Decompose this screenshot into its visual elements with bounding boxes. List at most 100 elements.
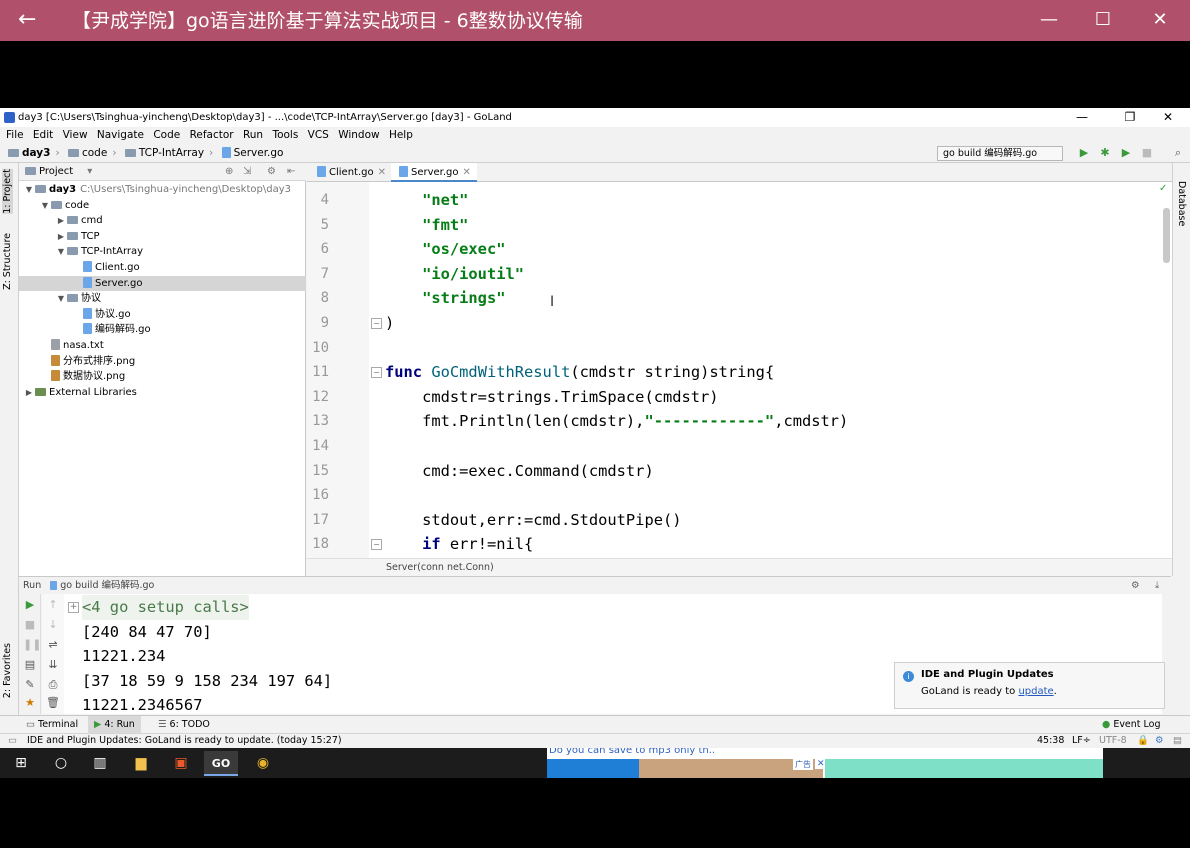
cortana-icon[interactable]: ○ (44, 751, 78, 776)
run-config-name[interactable]: go build 编码解码.go (60, 580, 154, 591)
menu-view[interactable]: View (63, 129, 88, 141)
tab-close-icon[interactable]: ✕ (378, 167, 386, 178)
chevron-down-icon[interactable]: ▼ (55, 291, 67, 307)
ide-close-icon[interactable]: ✕ (1154, 108, 1182, 127)
menu-edit[interactable]: Edit (33, 129, 53, 141)
fold-marker-icon[interactable]: − (371, 318, 382, 329)
chevron-right-icon[interactable]: ▶ (23, 385, 35, 401)
favorites-tool-tab[interactable]: 2: Favorites (2, 643, 13, 698)
chevron-down-icon[interactable]: ▼ (55, 244, 67, 260)
tab-client-go[interactable]: Client.go ✕ (309, 163, 389, 182)
code-line[interactable]: "strings" (385, 286, 505, 311)
code-line[interactable]: "net" (385, 188, 468, 213)
rerun-icon[interactable]: ▶ (23, 598, 37, 612)
fold-marker-icon[interactable]: − (371, 367, 382, 379)
hide-panel-icon[interactable]: ⇤ (287, 163, 295, 181)
editor-scrollbar[interactable] (1163, 208, 1170, 263)
hide-run-icon[interactable]: ⤓ (1155, 577, 1159, 594)
run-coverage-icon[interactable]: ▶ (1120, 147, 1132, 159)
fold-marker-icon[interactable]: − (371, 539, 382, 551)
inspection-ok-icon[interactable]: ✓ (1159, 183, 1167, 194)
menu-file[interactable]: File (6, 129, 24, 141)
tree-item[interactable]: ▼ 协议 (19, 291, 306, 307)
breadcrumb-server-go[interactable]: Server.go (234, 147, 284, 159)
close-icon[interactable]: ✕ (1145, 8, 1175, 32)
caret-position[interactable]: 45:38 (1037, 734, 1064, 748)
collapse-icon[interactable]: ⇲ (243, 163, 251, 181)
update-notification[interactable]: i IDE and Plugin Updates GoLand is ready… (894, 662, 1165, 709)
clear-console-icon[interactable]: 🗑 (46, 696, 60, 710)
tree-item[interactable]: ▼ code (19, 198, 306, 214)
stop-icon[interactable]: ■ (1141, 147, 1153, 159)
lock-icon[interactable]: 🔒 (1137, 734, 1149, 748)
scroll-to-end-icon[interactable]: ⇊ (46, 658, 60, 672)
tab-terminal[interactable]: ▭ Terminal (20, 716, 84, 734)
tab-server-go[interactable]: Server.go ✕ (391, 163, 477, 182)
file-encoding[interactable]: UTF-8 (1099, 734, 1127, 748)
minimize-icon[interactable]: — (1034, 8, 1064, 32)
database-tool-tab[interactable]: Database (1176, 181, 1187, 226)
ide-restore-icon[interactable]: ❐ (1116, 108, 1144, 127)
menu-run[interactable]: Run (243, 129, 263, 141)
expand-icon[interactable]: + (68, 602, 79, 613)
tree-item[interactable]: Server.go (19, 275, 306, 292)
windows-start-icon[interactable]: ⊞ (4, 751, 38, 776)
restore-layout-icon[interactable]: ▤ (23, 658, 37, 672)
line-separator[interactable]: LF÷ (1072, 734, 1091, 748)
maximize-icon[interactable]: ☐ (1088, 8, 1118, 32)
search-icon[interactable]: ⌕ (1172, 147, 1184, 159)
chevron-right-icon[interactable]: ▶ (55, 229, 67, 245)
chevron-down-icon[interactable]: ▼ (39, 198, 51, 214)
chevron-right-icon[interactable]: ▶ (55, 213, 67, 229)
tree-item[interactable]: 协议.go (19, 307, 306, 323)
menu-navigate[interactable]: Navigate (97, 129, 144, 141)
code-line[interactable]: cmdstr=strings.TrimSpace(cmdstr) (385, 385, 719, 410)
status-toggle-icon[interactable]: ▭ (8, 734, 17, 748)
code-line[interactable]: fmt.Println(len(cmdstr),"------------",c… (385, 409, 848, 434)
code-line[interactable]: ) (385, 311, 394, 336)
run-configuration-select[interactable]: go build 编码解码.go (937, 146, 1063, 161)
print-icon[interactable]: ⎙ (46, 678, 60, 692)
tree-item[interactable]: ▼ TCP-IntArray (19, 244, 306, 260)
breadcrumb-day3[interactable]: day3 (22, 147, 50, 159)
tree-item[interactable]: 数据协议.png (19, 369, 306, 385)
tab-todo[interactable]: ☰ 6: TODO (152, 716, 216, 734)
menu-vcs[interactable]: VCS (308, 129, 329, 141)
soft-wrap-icon[interactable]: ⇌ (46, 638, 60, 652)
code-line[interactable]: if err!=nil{ (385, 532, 533, 557)
code-line[interactable]: func GoCmdWithResult(cmdstr string)strin… (385, 360, 774, 385)
tree-item[interactable]: ▼ day3 C:\Users\Tsinghua-yincheng\Desktop\… (19, 182, 306, 198)
run-icon[interactable]: ▶ (1078, 147, 1090, 159)
back-arrow-icon[interactable]: ← (18, 6, 36, 34)
debug-icon[interactable]: ✱ (1099, 147, 1111, 159)
locate-icon[interactable]: ⊕ (225, 163, 233, 181)
project-tool-tab[interactable]: 1: Project (2, 169, 13, 214)
tree-item[interactable]: Client.go (19, 260, 306, 276)
task-view-icon[interactable]: ▥ (83, 751, 117, 776)
menu-code[interactable]: Code (153, 129, 180, 141)
favorite-star-icon[interactable]: ★ (23, 696, 37, 710)
menu-window[interactable]: Window (338, 129, 379, 141)
structure-tool-tab[interactable]: Z: Structure (2, 233, 13, 290)
stop-run-icon[interactable]: ■ (23, 618, 37, 632)
update-link[interactable]: update (1018, 686, 1053, 697)
tree-item[interactable]: ▶ TCP (19, 229, 306, 245)
menu-help[interactable]: Help (389, 129, 413, 141)
code-line[interactable]: "os/exec" (385, 237, 505, 262)
memory-icon[interactable]: ▤ (1173, 734, 1182, 748)
code-line[interactable]: cmd:=exec.Command(cmdstr) (385, 459, 654, 484)
editor-breadcrumb[interactable]: Server(conn net.Conn) (307, 558, 1172, 576)
scroll-down-icon[interactable]: ↓ (46, 618, 60, 632)
pin-icon[interactable]: ✎ (23, 678, 37, 692)
code-line[interactable]: stdout,err:=cmd.StdoutPipe() (385, 508, 681, 533)
ad-banner[interactable]: Do you can save to mp3 only th.. 广告 ✕ (547, 748, 1103, 778)
ad-text[interactable]: Do you can save to mp3 only th.. (549, 748, 715, 756)
tab-close-icon[interactable]: ✕ (463, 167, 471, 178)
media-player-icon[interactable]: ▣ (164, 751, 198, 776)
settings-gear-icon[interactable]: ⚙ (267, 163, 276, 181)
chrome-icon[interactable]: ◉ (246, 751, 280, 776)
breadcrumb-code[interactable]: code (82, 147, 107, 159)
pause-icon[interactable]: ❚❚ (23, 638, 41, 652)
breadcrumb-tcp-intarray[interactable]: TCP-IntArray (139, 147, 204, 159)
ide-minimize-icon[interactable]: — (1068, 108, 1096, 127)
